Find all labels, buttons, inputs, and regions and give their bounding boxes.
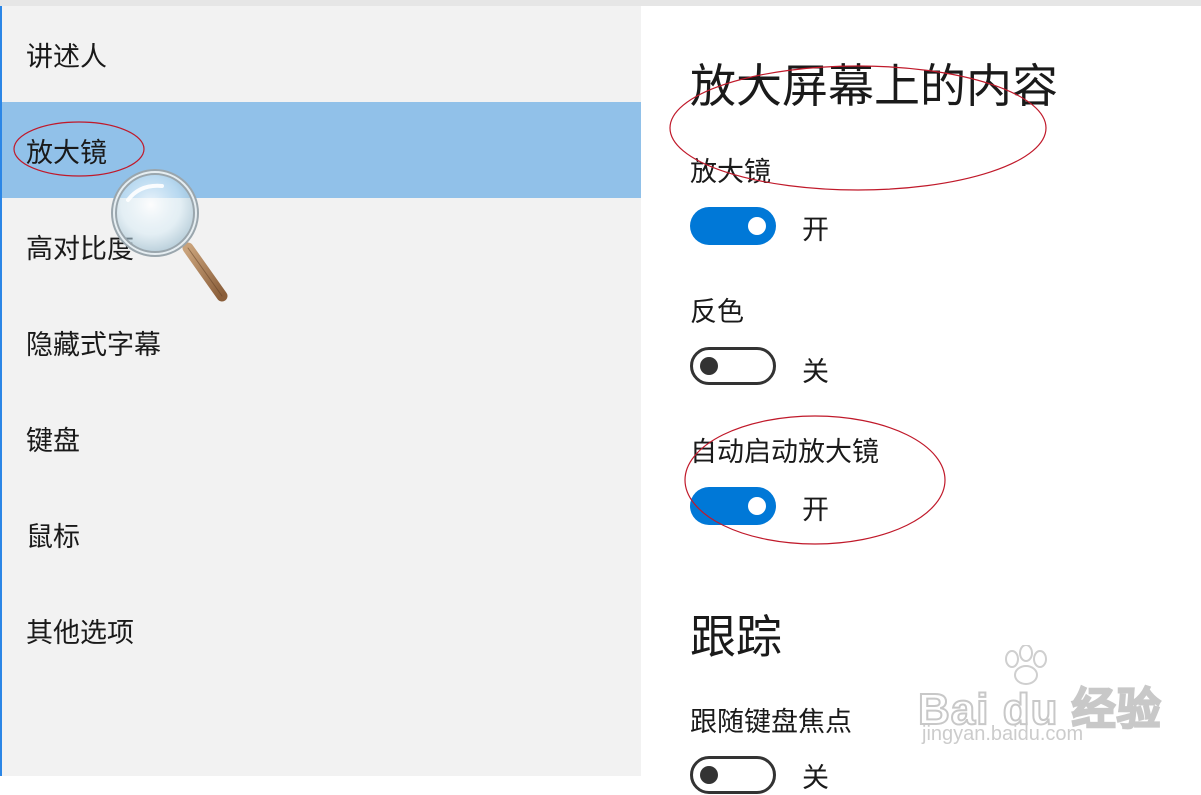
follow-keyboard-focus-label: 跟随键盘焦点 xyxy=(690,707,852,738)
toggle-knob xyxy=(700,766,718,784)
auto-start-magnifier-toggle[interactable] xyxy=(690,487,776,525)
sidebar-item-magnifier[interactable]: 放大镜 xyxy=(2,102,641,198)
sidebar-item-label: 其他选项 xyxy=(26,617,134,649)
sidebar-item-label: 键盘 xyxy=(26,425,80,457)
sidebar-item-other-options[interactable]: 其他选项 xyxy=(2,582,641,678)
baidu-jingyan-watermark: Bai du 经验 jingyan.baidu.com xyxy=(917,645,1162,755)
follow-keyboard-focus-toggle[interactable] xyxy=(690,756,776,794)
sidebar: 讲述人 放大镜 高对比度 隐藏式字幕 键盘 鼠标 其他选项 xyxy=(0,6,641,776)
toggle-knob xyxy=(748,497,766,515)
auto-start-magnifier-toggle-state: 开 xyxy=(802,495,829,526)
page-title: 放大屏幕上的内容 xyxy=(690,59,1058,113)
sidebar-item-label: 高对比度 xyxy=(26,233,134,265)
toggle-knob xyxy=(700,357,718,375)
sidebar-item-label: 讲述人 xyxy=(26,41,107,73)
tracking-section-title: 跟踪 xyxy=(690,610,782,664)
sidebar-item-label: 隐藏式字幕 xyxy=(26,329,161,361)
invert-colors-toggle-state: 关 xyxy=(802,357,829,388)
magnifier-toggle[interactable] xyxy=(690,207,776,245)
magnifier-toggle-state: 开 xyxy=(802,215,829,246)
magnifier-setting-label: 放大镜 xyxy=(690,157,771,188)
sidebar-item-label: 放大镜 xyxy=(26,137,107,169)
sidebar-item-label: 鼠标 xyxy=(26,521,80,553)
auto-start-magnifier-label: 自动启动放大镜 xyxy=(690,437,879,468)
sidebar-item-keyboard[interactable]: 键盘 xyxy=(2,390,641,486)
sidebar-item-high-contrast[interactable]: 高对比度 xyxy=(2,198,641,294)
invert-colors-toggle[interactable] xyxy=(690,347,776,385)
sidebar-item-narrator[interactable]: 讲述人 xyxy=(2,6,641,102)
watermark-url: jingyan.baidu.com xyxy=(922,723,1084,745)
sidebar-item-closed-captions[interactable]: 隐藏式字幕 xyxy=(2,294,641,390)
toggle-knob xyxy=(748,217,766,235)
invert-colors-label: 反色 xyxy=(690,297,744,328)
sidebar-accent-edge xyxy=(0,6,2,776)
sidebar-item-mouse[interactable]: 鼠标 xyxy=(2,486,641,582)
